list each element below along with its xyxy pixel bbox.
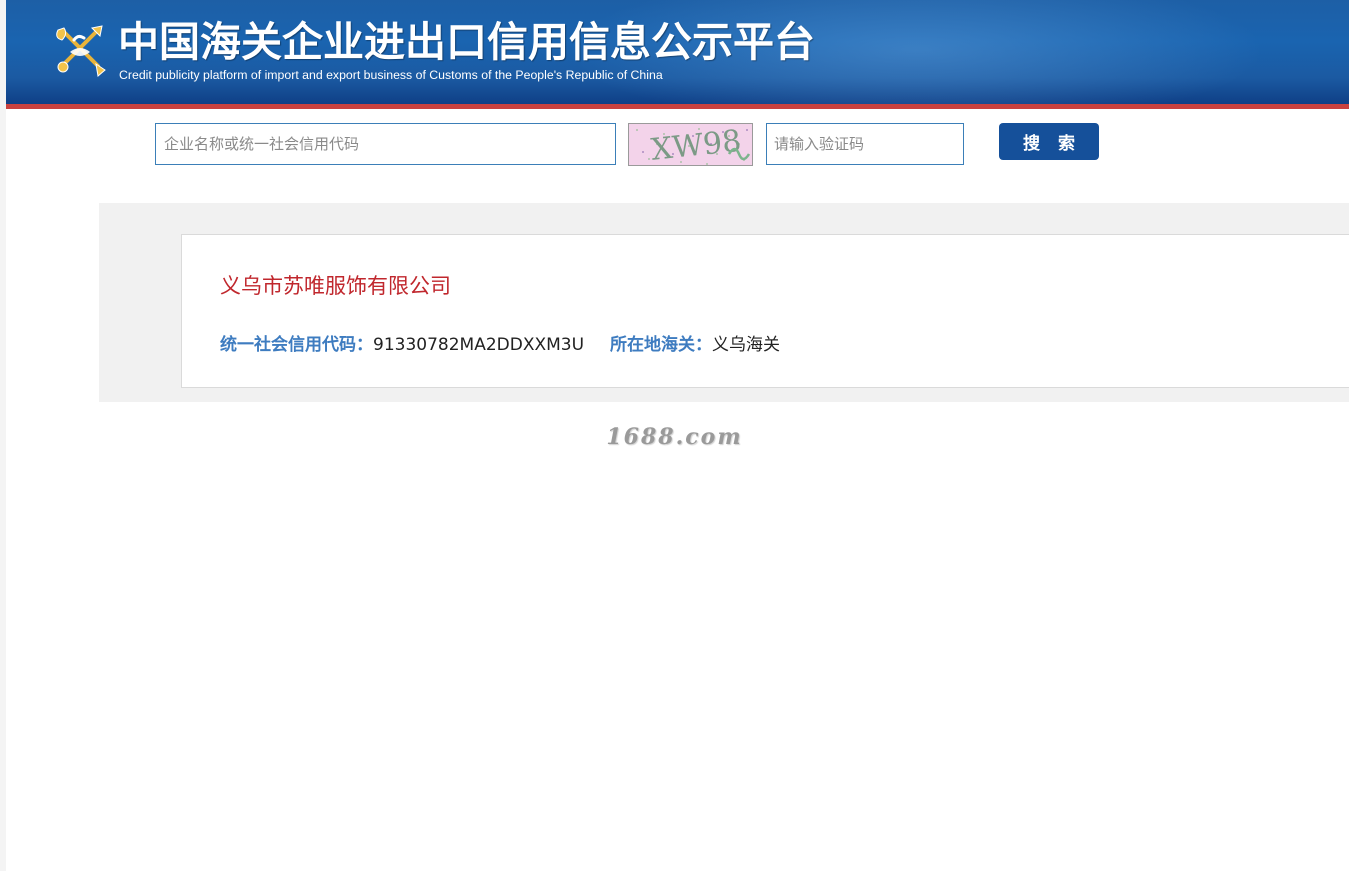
captcha-graphic: XW98 xyxy=(629,124,752,165)
site-title: 中国海关企业进出口信用信息公示平台 xyxy=(118,18,815,66)
credit-code-value: 91330782MA2DDXXM3U xyxy=(373,335,585,355)
result-card: 义乌市苏唯服饰有限公司 统一社会信用代码：91330782MA2DDXXM3U 所… xyxy=(181,234,1349,388)
customs-emblem-icon xyxy=(56,25,106,77)
site-header: 中国海关企业进出口信用信息公示平台 Credit publicity platf… xyxy=(6,0,1349,104)
credit-code-label: 统一社会信用代码： xyxy=(220,335,373,355)
watermark: 1688.com xyxy=(606,424,743,450)
captcha-image[interactable]: XW98 xyxy=(628,123,753,166)
company-search-input[interactable] xyxy=(155,123,616,165)
page: 中国海关企业进出口信用信息公示平台 Credit publicity platf… xyxy=(0,0,1349,871)
header-red-stripe xyxy=(6,104,1349,109)
company-info-row: 统一社会信用代码：91330782MA2DDXXM3U 所在地海关：义乌海关 xyxy=(220,333,780,357)
company-name-link[interactable]: 义乌市苏唯服饰有限公司 xyxy=(220,272,451,300)
customs-value: 义乌海关 xyxy=(712,335,781,355)
customs-label: 所在地海关： xyxy=(610,335,713,355)
captcha-input[interactable] xyxy=(766,123,964,165)
site-subtitle: Credit publicity platform of import and … xyxy=(119,68,663,82)
search-button[interactable]: 搜 索 xyxy=(999,123,1099,160)
